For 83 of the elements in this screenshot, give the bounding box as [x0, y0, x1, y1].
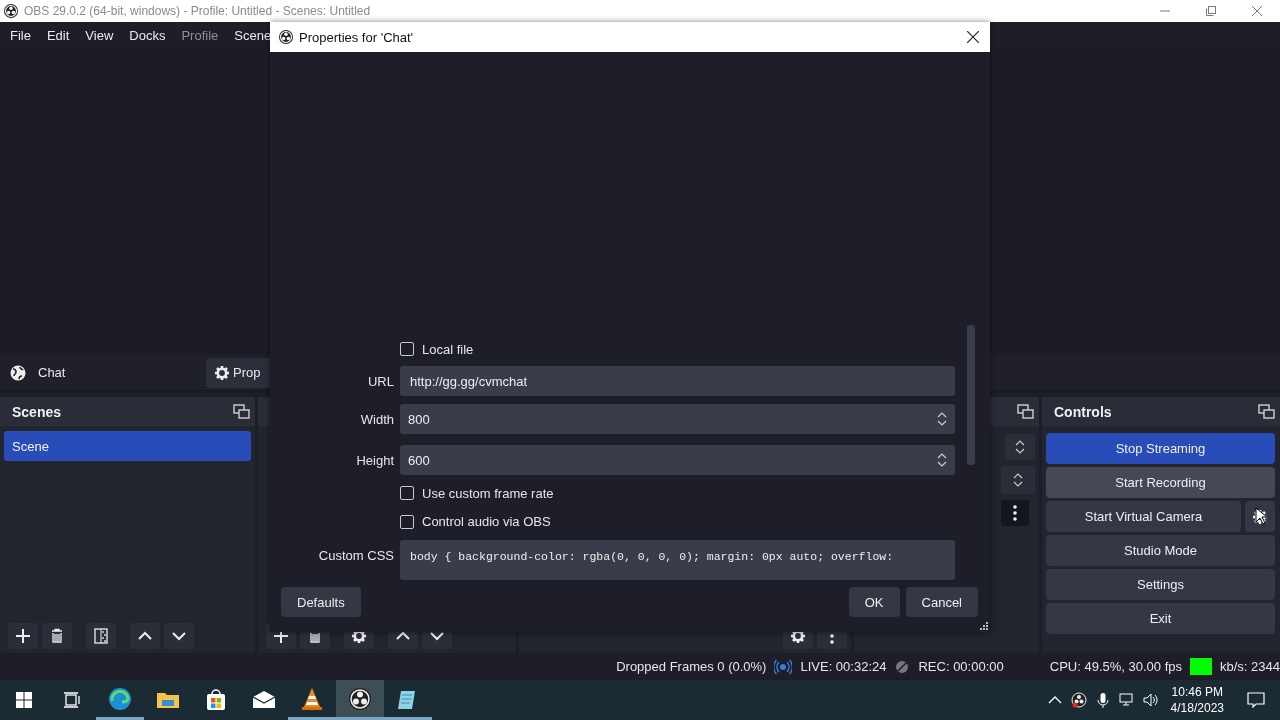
control-button[interactable]: Studio Mode	[1046, 535, 1275, 566]
defaults-button[interactable]: Defaults	[281, 587, 361, 617]
checkbox[interactable]	[400, 486, 414, 501]
number-field[interactable]: 800	[400, 404, 955, 435]
more-icon	[1012, 505, 1018, 521]
add-icon	[15, 628, 31, 644]
menu-item[interactable]: View	[77, 27, 122, 43]
spin-arrows-icon	[1015, 440, 1025, 454]
dialog-title: Properties for 'Chat'	[299, 29, 415, 45]
dock-title: Controls	[1054, 403, 1112, 420]
maximize-icon[interactable]	[1206, 6, 1216, 16]
checkbox[interactable]	[400, 514, 414, 529]
dropped-frames: Dropped Frames 0 (0.0%)	[616, 659, 767, 674]
menu-item[interactable]: File	[2, 27, 39, 43]
undock-icon[interactable]	[233, 404, 250, 419]
remove-button[interactable]	[42, 623, 72, 649]
taskbar-app-button[interactable]	[336, 680, 384, 720]
task-view-icon	[63, 692, 81, 708]
spin-arrows-icon	[1013, 473, 1023, 487]
checkbox-label[interactable]: Use custom frame rate	[422, 485, 554, 501]
spin-arrows-icon	[937, 412, 947, 427]
control-button[interactable]: Start Virtual Camera	[1046, 501, 1241, 532]
close-icon	[967, 31, 979, 43]
microphone-icon[interactable]	[1094, 692, 1111, 708]
scene-item[interactable]: Scene	[4, 431, 251, 461]
field-label: Height	[355, 452, 394, 468]
control-button[interactable]: Exit	[1046, 603, 1275, 634]
traffic-cone-icon	[300, 686, 324, 711]
spin-button[interactable]	[1001, 466, 1035, 494]
cpu-usage: CPU: 49.5%, 30.00 fps	[1049, 659, 1182, 674]
network-icon[interactable]	[1118, 692, 1135, 708]
filter-icon	[93, 628, 109, 644]
control-button[interactable]: Start Recording	[1046, 467, 1275, 498]
field-label: URL	[367, 373, 394, 389]
control-button[interactable]: Settings	[1046, 569, 1275, 600]
url-field[interactable]: http://gg.gg/cvmchat	[400, 366, 955, 397]
window-title: OBS 29.0.2 (64-bit, windows) - Profile: Untitled - Scenes: Untitled	[24, 4, 372, 18]
speaker-icon[interactable]	[1142, 692, 1159, 708]
scrollbar[interactable]	[967, 325, 975, 465]
more-button[interactable]	[1001, 500, 1029, 526]
menu-item[interactable]: Docks	[121, 27, 174, 43]
source-name: Chat	[38, 365, 67, 380]
checkbox[interactable]	[400, 342, 414, 357]
obs-logo-icon	[4, 4, 18, 18]
gear-icon	[214, 364, 230, 381]
field-label: Custom CSS	[317, 547, 394, 563]
broadcast-icon	[774, 658, 793, 675]
properties-button[interactable]: Prop	[206, 357, 273, 388]
spin-button[interactable]	[1005, 434, 1035, 460]
dock-title: Scenes	[12, 403, 62, 420]
obs-logo-icon[interactable]	[1070, 692, 1087, 708]
checkbox-label[interactable]: Control audio via OBS	[422, 514, 551, 530]
add-button[interactable]	[8, 623, 38, 649]
menu-item[interactable]: Edit	[38, 27, 78, 43]
clock-date[interactable]: 4/18/2023	[1170, 700, 1224, 716]
cancel-button[interactable]: Cancel	[905, 587, 978, 617]
filter-button[interactable]	[86, 623, 116, 649]
number-field[interactable]: 600	[400, 445, 955, 476]
css-text-area[interactable]: body { background-color: rgba(0, 0, 0, 0); margin: 0px auto; overflow:	[400, 540, 955, 580]
bitrate: kb/s: 2344	[1220, 659, 1280, 674]
move-up-button[interactable]	[130, 623, 160, 649]
recording-off-icon	[894, 658, 911, 675]
control-button[interactable]: Stop Streaming	[1046, 433, 1275, 464]
field-label: Width	[359, 411, 394, 427]
obs-logo-icon	[348, 686, 372, 711]
ok-button[interactable]: OK	[848, 587, 900, 617]
obs-logo-icon	[279, 30, 293, 44]
remove-icon	[49, 628, 65, 644]
spin-arrows-icon	[937, 453, 947, 468]
close-icon[interactable]	[1252, 6, 1262, 16]
clock-time[interactable]: 10:46 PM	[1171, 684, 1223, 700]
live-time: LIVE: 00:32:24	[800, 659, 887, 674]
resize-grip-icon	[980, 622, 988, 630]
browser-icon	[108, 686, 132, 711]
move-down-button[interactable]	[164, 623, 194, 649]
windows-icon	[16, 692, 32, 708]
checkbox-label[interactable]: Local file	[422, 341, 474, 357]
notification-icon[interactable]	[1247, 692, 1265, 708]
undock-icon[interactable]	[1258, 404, 1275, 419]
undock-icon[interactable]	[1017, 404, 1034, 419]
rec-time: REC: 00:00:00	[918, 659, 1004, 674]
shopping-bag-icon	[204, 688, 228, 712]
globe-icon	[10, 364, 26, 381]
